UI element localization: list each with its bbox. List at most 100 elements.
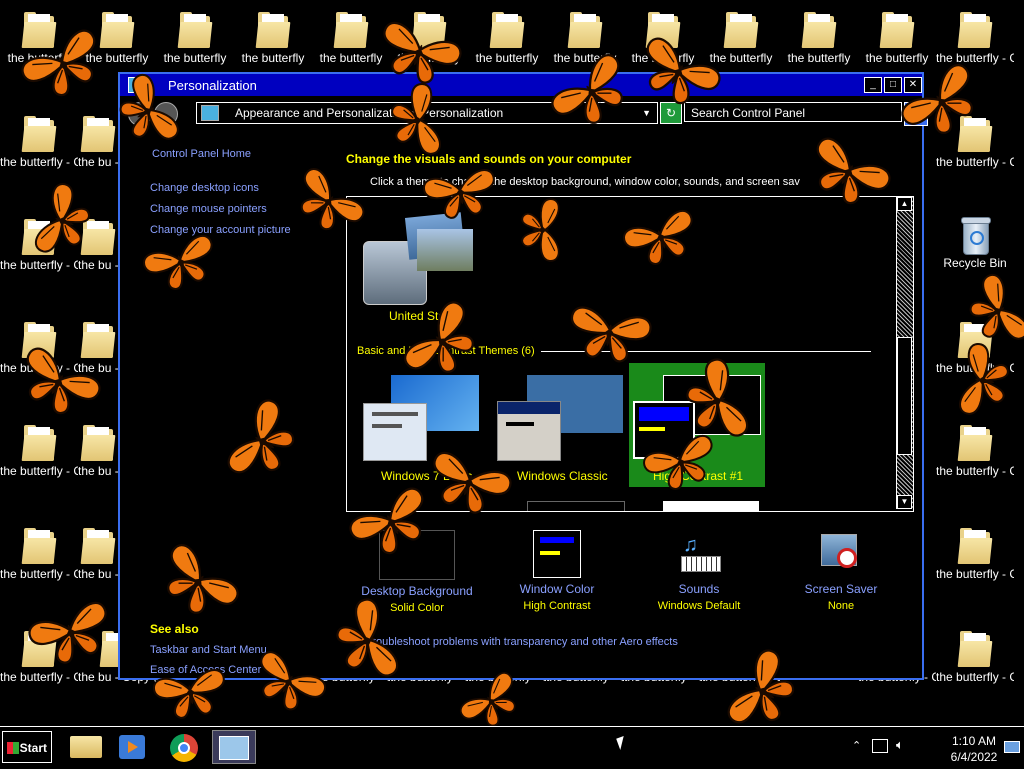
change-desktop-icons-link[interactable]: Change desktop icons	[150, 182, 259, 194]
desktop-background-item[interactable]: Desktop Background Solid Color	[352, 530, 482, 614]
theme-label[interactable]: High Contrast #1	[653, 469, 743, 483]
desktop-icon[interactable]: the bu - Copy	[78, 417, 118, 517]
icon-label: the butterfly - Copy (16...	[0, 465, 78, 478]
desktop-icon[interactable]: the butterfly - Copy (88...	[936, 623, 1014, 723]
control-panel-home-link[interactable]: Control Panel Home	[152, 148, 251, 160]
item-name: Screen Saver	[804, 582, 878, 596]
folder-icon	[957, 116, 993, 152]
theme-windows-7-basic-window[interactable]	[363, 403, 427, 461]
start-button[interactable]: Start	[2, 731, 52, 763]
show-desktop-icon[interactable]	[1004, 741, 1020, 753]
window-title: Personalization	[168, 78, 257, 93]
search-icon[interactable]: ⚲	[904, 102, 928, 126]
desktop-icon-top-left[interactable]: the butterfly	[0, 4, 78, 104]
icon-label: the butterfly	[7, 52, 71, 65]
screen-saver-item[interactable]: Screen Saver None	[776, 530, 906, 612]
desktop-icon[interactable]: the butterfly - Co...	[936, 314, 1014, 414]
minimize-button[interactable]: _	[864, 77, 882, 93]
desktop-icon[interactable]: the butterfly - Copy (87...	[936, 4, 1014, 104]
icon-label: the butterfly - Copy (76...	[936, 465, 1014, 478]
folder-icon	[80, 322, 116, 358]
taskbar-start-menu-link[interactable]: Taskbar and Start Menu	[150, 644, 267, 656]
icon-label: the butterfly	[319, 52, 383, 65]
window-color-item[interactable]: Window Color High Contrast	[492, 530, 622, 612]
folder-icon	[21, 12, 57, 48]
taskbar: Start ⌃ 🔈︎ 1:10 AM 6/4/2022	[0, 726, 1024, 769]
folder-icon	[80, 219, 116, 255]
desktop-icon[interactable]: the butterfly - Copy (82...	[936, 520, 1014, 620]
taskbar-file-explorer[interactable]	[64, 730, 108, 764]
folder-icon	[411, 12, 447, 48]
scroll-down-icon[interactable]: ▼	[897, 495, 912, 509]
taskbar-control-panel[interactable]	[212, 730, 256, 764]
theme-label[interactable]: United States	[389, 309, 461, 323]
desktop-icon[interactable]: the butterfly - Copy (14...	[0, 211, 78, 311]
close-button[interactable]: ✕	[904, 77, 922, 93]
desktop-icon[interactable]: the bu - Copy	[78, 108, 118, 208]
taskbar-media-player[interactable]	[110, 730, 154, 764]
scrollbar-thumb[interactable]	[897, 337, 912, 455]
back-button[interactable]	[128, 102, 152, 126]
window-color-icon	[533, 530, 581, 578]
change-mouse-pointers-link[interactable]: Change mouse pointers	[150, 203, 267, 215]
volume-icon[interactable]: 🔈︎	[896, 737, 904, 753]
maximize-button[interactable]: □	[884, 77, 902, 93]
clock[interactable]: 1:10 AM 6/4/2022	[946, 733, 1002, 765]
folder-icon	[21, 219, 57, 255]
scrollbar[interactable]: ▲ ▼	[896, 197, 913, 509]
clock-time: 1:10 AM	[951, 734, 997, 748]
theme-list: United States Basic and High Contrast Th…	[346, 196, 914, 512]
chevron-down-icon[interactable]: ▼	[642, 103, 651, 123]
folder-icon	[957, 12, 993, 48]
icon-label: the butterfly	[397, 52, 461, 65]
breadcrumb[interactable]: Appearance and Personalization ▸ Persona…	[196, 102, 658, 124]
ease-of-access-link[interactable]: Ease of Access Center	[150, 664, 261, 676]
folder-icon	[80, 528, 116, 564]
item-value: High Contrast	[523, 600, 591, 612]
theme-label[interactable]: Windows Classic	[517, 469, 608, 483]
desktop-icon[interactable]: the butterfly - Copy (16...	[0, 417, 78, 517]
troubleshoot-link[interactable]: Troubleshoot problems with transparency …	[366, 636, 678, 648]
desktop-icon[interactable]: the bu - Copy	[78, 520, 118, 620]
change-account-picture-link[interactable]: Change your account picture	[150, 224, 291, 236]
theme-windows-classic-window[interactable]	[497, 401, 561, 461]
theme-preview-partial	[663, 501, 759, 511]
show-hidden-icons-icon[interactable]: ⌃	[852, 739, 861, 752]
refresh-button[interactable]: ↻	[660, 102, 682, 124]
address-bar: Appearance and Personalization ▸ Persona…	[126, 100, 928, 126]
desktop-icon[interactable]: the butterfly - Copy (15...	[0, 314, 78, 414]
icon-label: the bu - Copy	[78, 156, 118, 169]
item-value: Solid Color	[390, 602, 444, 614]
search-input[interactable]: Search Control Panel	[684, 102, 902, 122]
theme-label[interactable]: Windows 7 Basic	[381, 469, 472, 483]
item-name: Window Color	[519, 582, 595, 596]
desktop-icon[interactable]: the bu - Copy	[78, 314, 118, 414]
desktop-icon[interactable]: the bu - Copy	[78, 211, 118, 311]
folder-icon	[99, 12, 135, 48]
network-icon[interactable]	[872, 739, 888, 753]
screen-saver-icon	[817, 530, 865, 578]
personalization-window: Personalization _ □ ✕ Appearance and Per…	[118, 72, 928, 680]
page-title: Change the visuals and sounds on your co…	[346, 152, 632, 166]
taskbar-chrome[interactable]	[162, 730, 206, 764]
control-panel-icon	[128, 77, 146, 93]
desktop-icon[interactable]: the butterfly - Copy (18...	[0, 623, 78, 723]
desktop-icon[interactable]: the butterfly - Copy (76...	[936, 417, 1014, 517]
forward-button[interactable]	[154, 102, 178, 126]
icon-label: the butterfly - Copy (82...	[936, 568, 1014, 581]
control-panel-icon	[219, 736, 249, 760]
folder-icon	[80, 425, 116, 461]
folder-icon	[333, 12, 369, 48]
desktop-icon[interactable]: the butterfly - Copy (83...	[936, 108, 1014, 208]
sounds-item[interactable]: ♫ Sounds Windows Default	[634, 530, 764, 612]
window-titlebar[interactable]: Personalization _ □ ✕	[120, 74, 922, 96]
icon-label: the bu - Copy	[78, 259, 118, 272]
scroll-up-icon[interactable]: ▲	[897, 197, 912, 211]
icon-label: the butterfly	[553, 52, 617, 65]
desktop-icon[interactable]: the butterfly - Copy (13...	[0, 108, 78, 208]
theme-group-title: Basic and High Contrast Themes (6)	[357, 345, 535, 357]
folder-icon	[80, 116, 116, 152]
recycle-bin[interactable]: Recycle Bin	[936, 211, 1014, 311]
desktop-icon[interactable]: the butterfly - Copy (17...	[0, 520, 78, 620]
folder-icon	[879, 12, 915, 48]
